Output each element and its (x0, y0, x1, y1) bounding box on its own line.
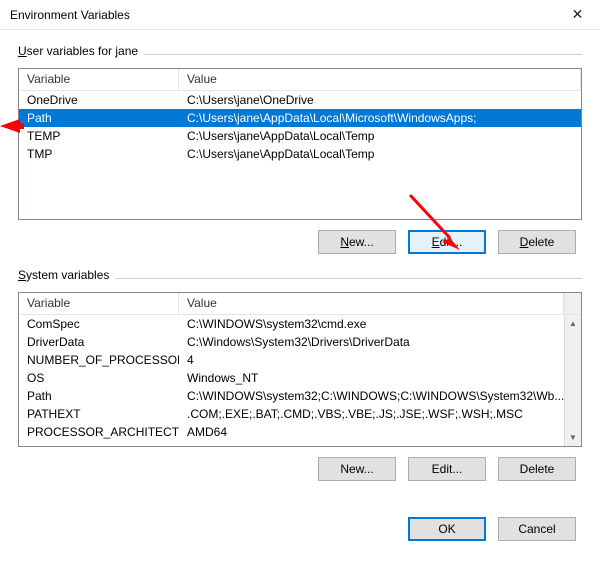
cell-variable: PROCESSOR_ARCHITECTURE (19, 425, 179, 439)
cell-variable: NUMBER_OF_PROCESSORS (19, 353, 179, 367)
cell-value: C:\Users\jane\OneDrive (179, 93, 581, 107)
table-row[interactable]: PathC:\WINDOWS\system32;C:\WINDOWS;C:\WI… (19, 387, 564, 405)
cell-value: .COM;.EXE;.BAT;.CMD;.VBS;.VBE;.JS;.JSE;.… (179, 407, 564, 421)
window-title: Environment Variables (10, 8, 130, 22)
cell-value: Windows_NT (179, 371, 564, 385)
user-variables-group: User variables for jane Variable Value O… (18, 44, 582, 254)
scroll-down-icon[interactable]: ▼ (565, 429, 581, 446)
table-row[interactable]: OneDriveC:\Users\jane\OneDrive (19, 91, 581, 109)
cell-variable: Path (19, 111, 179, 125)
dialog-content: User variables for jane Variable Value O… (0, 30, 600, 507)
cell-variable: TMP (19, 147, 179, 161)
scroll-up-icon[interactable]: ▲ (565, 315, 581, 332)
system-variables-label: System variables (18, 268, 109, 282)
system-edit-button[interactable]: Edit... (408, 457, 486, 481)
table-row[interactable]: OSWindows_NT (19, 369, 564, 387)
user-variables-heading: User variables for jane (18, 44, 582, 62)
user-new-button[interactable]: New... (318, 230, 396, 254)
system-variables-group: System variables Variable Value ComSpecC… (18, 268, 582, 481)
table-row[interactable]: NUMBER_OF_PROCESSORS4 (19, 351, 564, 369)
table-row[interactable]: PATHEXT.COM;.EXE;.BAT;.CMD;.VBS;.VBE;.JS… (19, 405, 564, 423)
titlebar: Environment Variables ✕ (0, 0, 600, 30)
user-edit-button[interactable]: Edit... (408, 230, 486, 254)
user-col-value[interactable]: Value (179, 69, 581, 90)
cell-value: C:\Users\jane\AppData\Local\Microsoft\Wi… (179, 111, 581, 125)
cell-value: C:\WINDOWS\system32\cmd.exe (179, 317, 564, 331)
system-buttons-row: New... Edit... Delete (18, 457, 582, 481)
table-row[interactable]: ComSpecC:\WINDOWS\system32\cmd.exe (19, 315, 564, 333)
cell-variable: OneDrive (19, 93, 179, 107)
cell-variable: ComSpec (19, 317, 179, 331)
user-variables-label: User variables for jane (18, 44, 138, 58)
cell-value: C:\Users\jane\AppData\Local\Temp (179, 129, 581, 143)
system-scrollbar[interactable]: ▲ ▼ (564, 315, 581, 446)
cell-variable: PATHEXT (19, 407, 179, 421)
cell-value: AMD64 (179, 425, 564, 439)
cell-value: C:\Windows\System32\Drivers\DriverData (179, 335, 564, 349)
user-list-header: Variable Value (19, 69, 581, 91)
cell-variable: OS (19, 371, 179, 385)
user-buttons-row: New... Edit... Delete (18, 230, 582, 254)
ok-button[interactable]: OK (408, 517, 486, 541)
table-row[interactable]: PROCESSOR_ARCHITECTUREAMD64 (19, 423, 564, 441)
system-list-header: Variable Value (19, 293, 581, 315)
close-icon: ✕ (572, 6, 584, 23)
system-col-variable[interactable]: Variable (19, 293, 179, 314)
system-variables-heading: System variables (18, 268, 582, 286)
cell-value: 4 (179, 353, 564, 367)
cell-variable: Path (19, 389, 179, 403)
user-col-variable[interactable]: Variable (19, 69, 179, 90)
system-rows: ComSpecC:\WINDOWS\system32\cmd.exeDriver… (19, 315, 564, 446)
cancel-button[interactable]: Cancel (498, 517, 576, 541)
cell-value: C:\Users\jane\AppData\Local\Temp (179, 147, 581, 161)
table-row[interactable]: DriverDataC:\Windows\System32\Drivers\Dr… (19, 333, 564, 351)
close-button[interactable]: ✕ (555, 0, 600, 30)
table-row[interactable]: PathC:\Users\jane\AppData\Local\Microsof… (19, 109, 581, 127)
user-rows: OneDriveC:\Users\jane\OneDrivePathC:\Use… (19, 91, 581, 219)
cell-value: C:\WINDOWS\system32;C:\WINDOWS;C:\WINDOW… (179, 389, 564, 403)
user-variables-list[interactable]: Variable Value OneDriveC:\Users\jane\One… (18, 68, 582, 220)
system-new-button[interactable]: New... (318, 457, 396, 481)
user-delete-button[interactable]: Delete (498, 230, 576, 254)
environment-variables-dialog: Environment Variables ✕ User variables f… (0, 0, 600, 568)
dialog-footer: OK Cancel (0, 507, 600, 555)
table-row[interactable]: TMPC:\Users\jane\AppData\Local\Temp (19, 145, 581, 163)
table-row[interactable]: TEMPC:\Users\jane\AppData\Local\Temp (19, 127, 581, 145)
cell-variable: TEMP (19, 129, 179, 143)
system-header-scroll-spacer (564, 293, 581, 314)
system-col-value[interactable]: Value (179, 293, 564, 314)
cell-variable: DriverData (19, 335, 179, 349)
system-delete-button[interactable]: Delete (498, 457, 576, 481)
system-variables-list[interactable]: Variable Value ComSpecC:\WINDOWS\system3… (18, 292, 582, 447)
